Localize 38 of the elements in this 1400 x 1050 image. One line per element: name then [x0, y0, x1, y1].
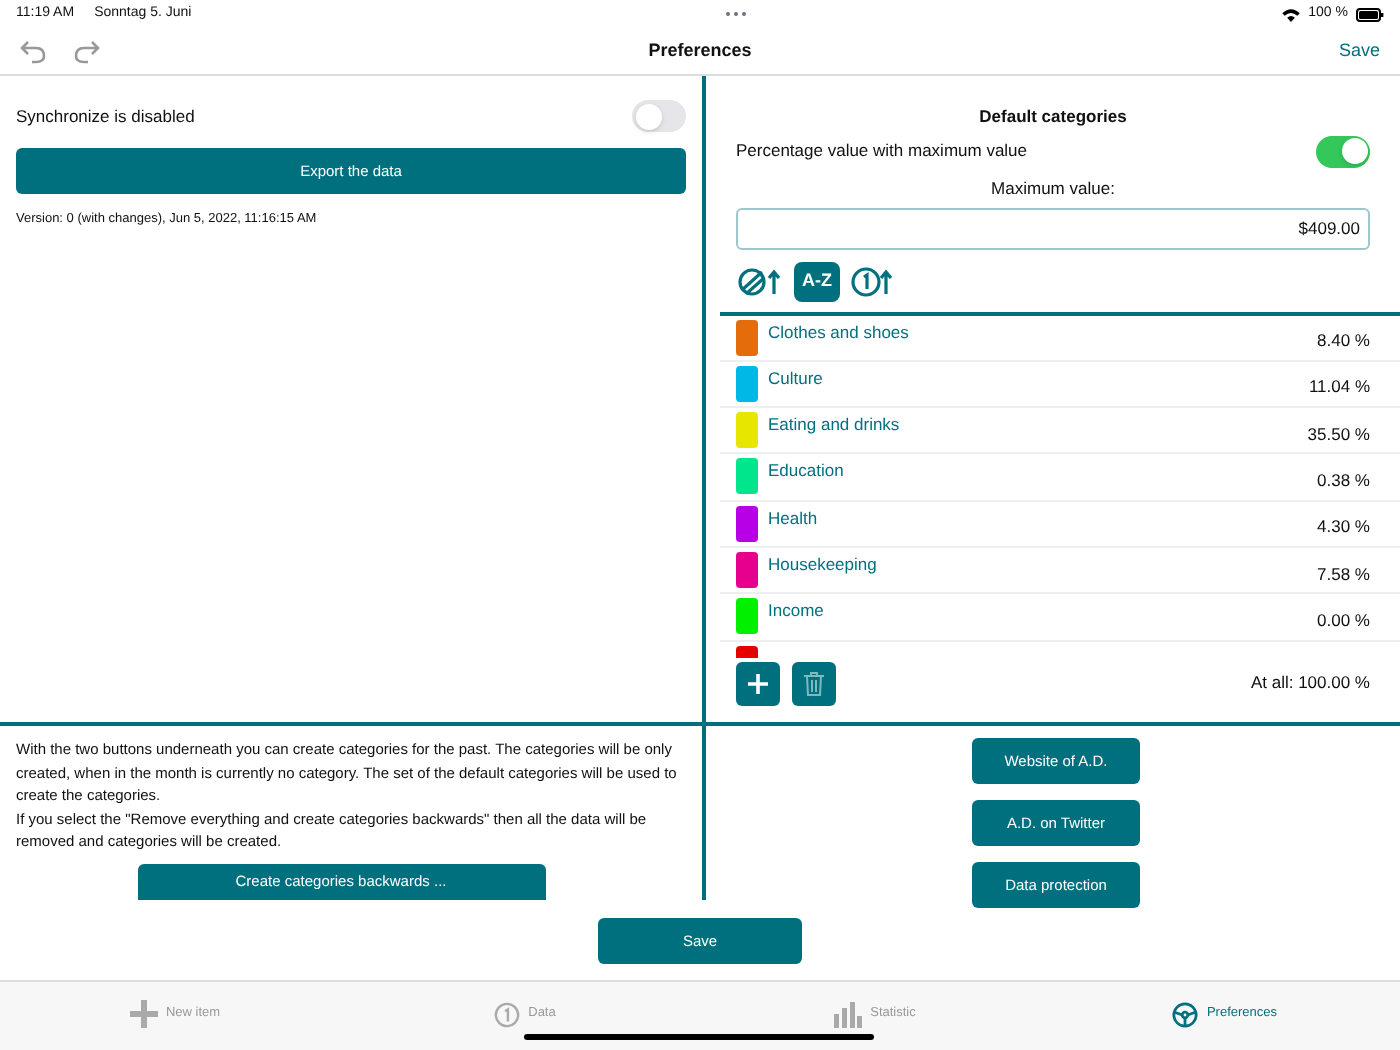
category-name[interactable]: Income: [768, 598, 1318, 625]
category-percentage: 8.40 %: [1317, 328, 1370, 355]
undo-icon[interactable]: [20, 39, 46, 63]
sync-label: Synchronize is disabled: [16, 103, 195, 129]
plus-icon: [748, 673, 768, 693]
category-percentage: 4.30 %: [1317, 514, 1370, 541]
percentage-toggle[interactable]: [1316, 135, 1370, 168]
category-name[interactable]: Education: [768, 458, 1318, 485]
add-button[interactable]: [736, 661, 780, 705]
battery-icon: [1355, 7, 1384, 21]
save-link[interactable]: Save: [1338, 37, 1380, 65]
trash-icon: [804, 671, 824, 695]
category-percentage: 11.04 %: [1308, 374, 1370, 401]
category-name[interactable]: Housekeeping: [768, 551, 1318, 578]
category-name[interactable]: Clothes and shoes: [768, 319, 1318, 345]
category-percentage: 35.50 %: [1307, 421, 1370, 448]
sort-by-number-button[interactable]: [850, 261, 894, 301]
category-name[interactable]: Health: [768, 505, 1318, 531]
category-name[interactable]: Culture: [768, 365, 1309, 392]
section-title: Default categories: [979, 104, 1127, 130]
bar-chart-icon: [834, 1000, 863, 1028]
wifi-icon: [1282, 7, 1301, 21]
plus-icon: [129, 1000, 158, 1028]
steering-wheel-icon: [1172, 1001, 1199, 1027]
maximum-value-field[interactable]: $409.00: [736, 207, 1370, 249]
sort-alphabetical-button[interactable]: A-Z: [794, 261, 840, 301]
total-percentage: At all: 100.00 %: [1250, 670, 1370, 696]
redo-icon[interactable]: [74, 39, 100, 63]
category-name[interactable]: Eating and drinks: [768, 412, 1308, 438]
category-percentage: 7.58 %: [1317, 561, 1370, 588]
maximum-label: Maximum value:: [991, 175, 1115, 201]
numbered-circle-icon: [494, 1001, 521, 1027]
delete-button[interactable]: [792, 661, 836, 705]
category-percentage: 0.00 %: [1317, 607, 1370, 634]
page-title: Preferences: [648, 37, 752, 64]
category-percentage: 0.38 %: [1317, 467, 1370, 494]
percentage-label: Percentage value with maximum value: [736, 138, 1028, 165]
sync-toggle[interactable]: [632, 100, 686, 132]
